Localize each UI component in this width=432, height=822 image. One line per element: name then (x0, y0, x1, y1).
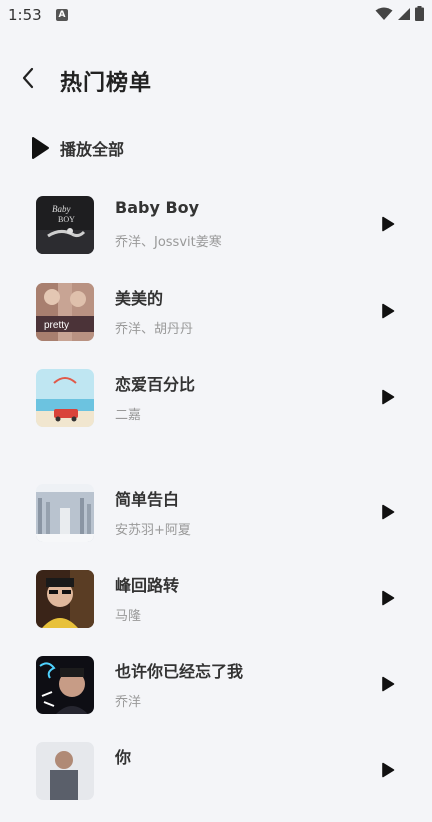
song-play-button[interactable] (378, 674, 398, 694)
play-icon (382, 676, 395, 692)
notification-a-icon: A (56, 9, 68, 21)
status-time: 1:53 (8, 6, 42, 24)
song-play-button[interactable] (378, 760, 398, 780)
song-artist: 马隆 (115, 609, 142, 624)
album-cover (36, 742, 94, 800)
song-title: 峰回路转 (115, 576, 180, 595)
song-artist: 乔洋 (115, 695, 142, 710)
svg-text:BOY: BOY (58, 215, 75, 224)
status-bar: 1:53 A (0, 0, 432, 30)
play-icon (382, 303, 395, 319)
battery-icon (415, 6, 424, 21)
album-cover: Baby BOY (36, 196, 94, 254)
play-icon (382, 504, 395, 520)
song-item[interactable]: 峰回路转 马隆 (0, 570, 432, 650)
play-all-label: 播放全部 (60, 140, 125, 159)
back-button[interactable] (14, 64, 42, 92)
album-cover (36, 484, 94, 542)
song-artist: 安苏羽+阿夏 (115, 523, 191, 538)
header: 热门榜单 (0, 52, 432, 108)
album-cover (36, 570, 94, 628)
cellular-signal-icon (398, 7, 410, 20)
song-title: 简单告白 (115, 490, 180, 509)
song-play-button[interactable] (378, 301, 398, 321)
song-title: 恋爱百分比 (115, 375, 196, 394)
song-item[interactable]: 也许你已经忘了我 乔洋 (0, 656, 432, 736)
song-artist: 乔洋、Jossvit姜寒 (115, 235, 222, 250)
wifi-icon (375, 7, 393, 20)
album-cover (36, 369, 94, 427)
song-play-button[interactable] (378, 387, 398, 407)
song-play-button[interactable] (378, 214, 398, 234)
song-title: Baby Boy (115, 198, 200, 217)
chevron-left-icon (22, 67, 34, 89)
song-title: 你 (115, 748, 132, 767)
album-cover: pretty (36, 283, 94, 341)
page-title: 热门榜单 (60, 71, 153, 96)
svg-text:pretty: pretty (44, 320, 69, 331)
song-item[interactable]: 简单告白 安苏羽+阿夏 (0, 484, 432, 564)
svg-text:Baby: Baby (52, 204, 71, 214)
album-cover (36, 656, 94, 714)
play-icon (382, 216, 395, 232)
song-title: 美美的 (115, 289, 164, 308)
play-icon (382, 590, 395, 606)
song-title: 也许你已经忘了我 (115, 662, 244, 681)
status-indicators (375, 6, 424, 21)
play-icon (32, 137, 49, 159)
song-play-button[interactable] (378, 588, 398, 608)
song-item[interactable]: 你 (0, 742, 432, 822)
song-play-button[interactable] (378, 502, 398, 522)
play-icon (382, 762, 395, 778)
play-icon (382, 389, 395, 405)
play-all-button[interactable]: 播放全部 (30, 130, 124, 166)
song-item[interactable]: pretty 美美的 乔洋、胡丹丹 (0, 283, 432, 363)
song-artist: 二嘉 (115, 408, 142, 423)
song-item[interactable]: Baby BOY Baby Boy 乔洋、Jossvit姜寒 (0, 196, 432, 276)
song-artist: 乔洋、胡丹丹 (115, 322, 194, 337)
song-item[interactable]: 恋爱百分比 二嘉 (0, 369, 432, 449)
